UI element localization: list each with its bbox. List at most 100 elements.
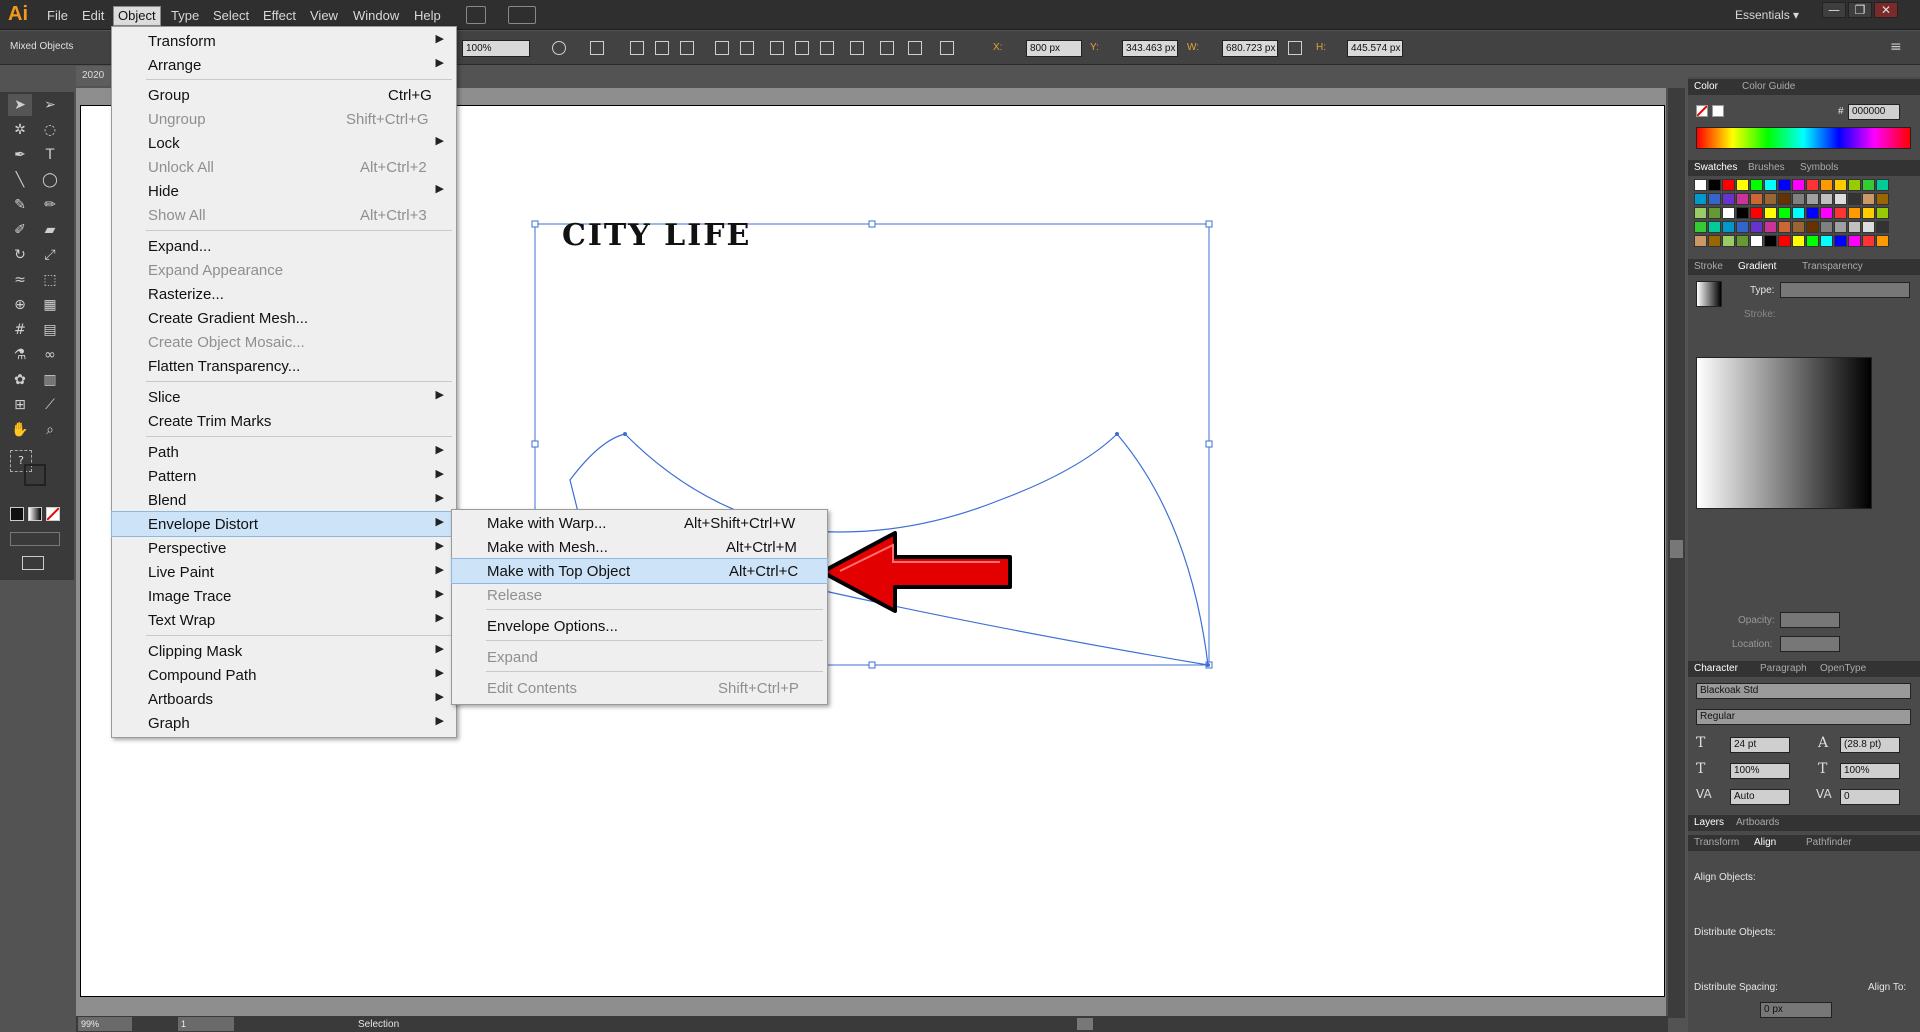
menu-item-transform[interactable]: Transform ▶ <box>112 29 456 53</box>
tab-symbols[interactable]: Symbols <box>1800 162 1838 173</box>
menu-item-create-gradient-mesh[interactable]: Create Gradient Mesh... <box>112 306 456 330</box>
swatch-grid[interactable] <box>1694 179 1904 255</box>
swatch[interactable] <box>1834 221 1847 233</box>
swatch[interactable] <box>1792 235 1805 247</box>
menu-item-compound-path[interactable]: Compound Path ▶ <box>112 663 456 687</box>
swatch[interactable] <box>1876 207 1889 219</box>
swatch[interactable] <box>1778 235 1791 247</box>
gradient-type-select[interactable] <box>1780 282 1910 298</box>
kerning-field[interactable]: Auto <box>1730 789 1790 805</box>
swatch[interactable] <box>1848 193 1861 205</box>
swatch[interactable] <box>1792 193 1805 205</box>
swatch[interactable] <box>1764 179 1777 191</box>
vertical-scale-field[interactable]: 100% <box>1730 763 1790 779</box>
swatch[interactable] <box>1722 221 1735 233</box>
menu-item-envelope-options[interactable]: Envelope Options... <box>452 614 827 638</box>
gradient-ramp[interactable] <box>1696 357 1872 509</box>
swatch[interactable] <box>1736 179 1749 191</box>
swatch[interactable] <box>1694 235 1707 247</box>
swatch[interactable] <box>1848 207 1861 219</box>
artboard-number-field[interactable]: 1 <box>178 1017 234 1031</box>
swatch[interactable] <box>1820 179 1833 191</box>
swatch[interactable] <box>1806 221 1819 233</box>
swatch[interactable] <box>1722 193 1735 205</box>
menu-item-make-with-top-object[interactable]: Make with Top Object Alt+Ctrl+C <box>451 558 828 584</box>
leading-field[interactable]: (28.8 pt) <box>1840 737 1900 753</box>
swatch[interactable] <box>1750 221 1763 233</box>
swatch[interactable] <box>1862 221 1875 233</box>
tab-gradient[interactable]: Gradient <box>1738 261 1776 272</box>
menu-item-slice[interactable]: Slice ▶ <box>112 385 456 409</box>
swatch[interactable] <box>1834 207 1847 219</box>
swatch[interactable] <box>1694 221 1707 233</box>
swatch[interactable] <box>1820 207 1833 219</box>
menu-item-image-trace[interactable]: Image Trace ▶ <box>112 584 456 608</box>
swatch[interactable] <box>1778 207 1791 219</box>
swatch[interactable] <box>1820 193 1833 205</box>
swatch[interactable] <box>1722 207 1735 219</box>
swatch[interactable] <box>1750 193 1763 205</box>
menu-item-graph[interactable]: Graph ▶ <box>112 711 456 735</box>
hex-field[interactable]: 000000 <box>1848 104 1900 120</box>
swatch[interactable] <box>1806 207 1819 219</box>
menu-item-arrange[interactable]: Arrange ▶ <box>112 53 456 77</box>
swatch[interactable] <box>1708 221 1721 233</box>
swatch[interactable] <box>1876 221 1889 233</box>
swatch[interactable] <box>1750 207 1763 219</box>
swatch[interactable] <box>1848 235 1861 247</box>
swatch[interactable] <box>1708 207 1721 219</box>
horizontal-scroll-thumb[interactable] <box>1077 1018 1093 1030</box>
tab-align[interactable]: Align <box>1754 837 1776 848</box>
swatch[interactable] <box>1764 221 1777 233</box>
gradient-opacity-field[interactable] <box>1780 612 1840 628</box>
menu-item-pattern[interactable]: Pattern ▶ <box>112 464 456 488</box>
swatch[interactable] <box>1876 193 1889 205</box>
tab-color-guide[interactable]: Color Guide <box>1742 81 1795 92</box>
swatch[interactable] <box>1708 235 1721 247</box>
tab-swatches[interactable]: Swatches <box>1694 162 1737 173</box>
swatch[interactable] <box>1862 207 1875 219</box>
swatch[interactable] <box>1792 221 1805 233</box>
menu-item-path[interactable]: Path ▶ <box>112 440 456 464</box>
horizontal-scale-field[interactable]: 100% <box>1840 763 1900 779</box>
swatch[interactable] <box>1848 179 1861 191</box>
tab-layers[interactable]: Layers <box>1694 817 1724 828</box>
menu-item-envelope-distort[interactable]: Envelope Distort ▶ <box>111 511 457 537</box>
menu-item-make-with-warp[interactable]: Make with Warp... Alt+Shift+Ctrl+W <box>452 511 827 535</box>
swatch[interactable] <box>1820 221 1833 233</box>
tab-opentype[interactable]: OpenType <box>1820 663 1866 674</box>
menu-item-create-trim-marks[interactable]: Create Trim Marks <box>112 409 456 433</box>
swatch[interactable] <box>1806 235 1819 247</box>
tab-paragraph[interactable]: Paragraph <box>1760 663 1807 674</box>
tab-transform[interactable]: Transform <box>1694 837 1739 848</box>
menu-item-text-wrap[interactable]: Text Wrap ▶ <box>112 608 456 632</box>
menu-item-clipping-mask[interactable]: Clipping Mask ▶ <box>112 639 456 663</box>
swatch[interactable] <box>1792 179 1805 191</box>
city-life-text[interactable]: CITY LIFE <box>562 218 751 253</box>
tab-character[interactable]: Character <box>1694 663 1738 674</box>
swatch[interactable] <box>1708 179 1721 191</box>
swatch[interactable] <box>1778 221 1791 233</box>
menu-item-lock[interactable]: Lock ▶ <box>112 131 456 155</box>
swatch[interactable] <box>1876 235 1889 247</box>
tab-brushes[interactable]: Brushes <box>1748 162 1785 173</box>
menu-item-expand[interactable]: Expand... <box>112 234 456 258</box>
tab-color[interactable]: Color <box>1694 81 1718 92</box>
font-style-select[interactable]: Regular <box>1696 709 1911 725</box>
swatch[interactable] <box>1778 179 1791 191</box>
menu-item-artboards[interactable]: Artboards ▶ <box>112 687 456 711</box>
swatch[interactable] <box>1834 193 1847 205</box>
swatch[interactable] <box>1722 235 1735 247</box>
font-size-field[interactable]: 24 pt <box>1730 737 1790 753</box>
menu-item-group[interactable]: Group Ctrl+G <box>112 83 456 107</box>
swatch[interactable] <box>1862 235 1875 247</box>
swatch[interactable] <box>1834 179 1847 191</box>
menu-item-blend[interactable]: Blend ▶ <box>112 488 456 512</box>
swatch[interactable] <box>1764 193 1777 205</box>
swatch[interactable] <box>1806 193 1819 205</box>
menu-item-flatten-transparency[interactable]: Flatten Transparency... <box>112 354 456 378</box>
swatch[interactable] <box>1694 193 1707 205</box>
swatch[interactable] <box>1848 221 1861 233</box>
tab-transparency[interactable]: Transparency <box>1802 261 1863 272</box>
swatch[interactable] <box>1834 235 1847 247</box>
